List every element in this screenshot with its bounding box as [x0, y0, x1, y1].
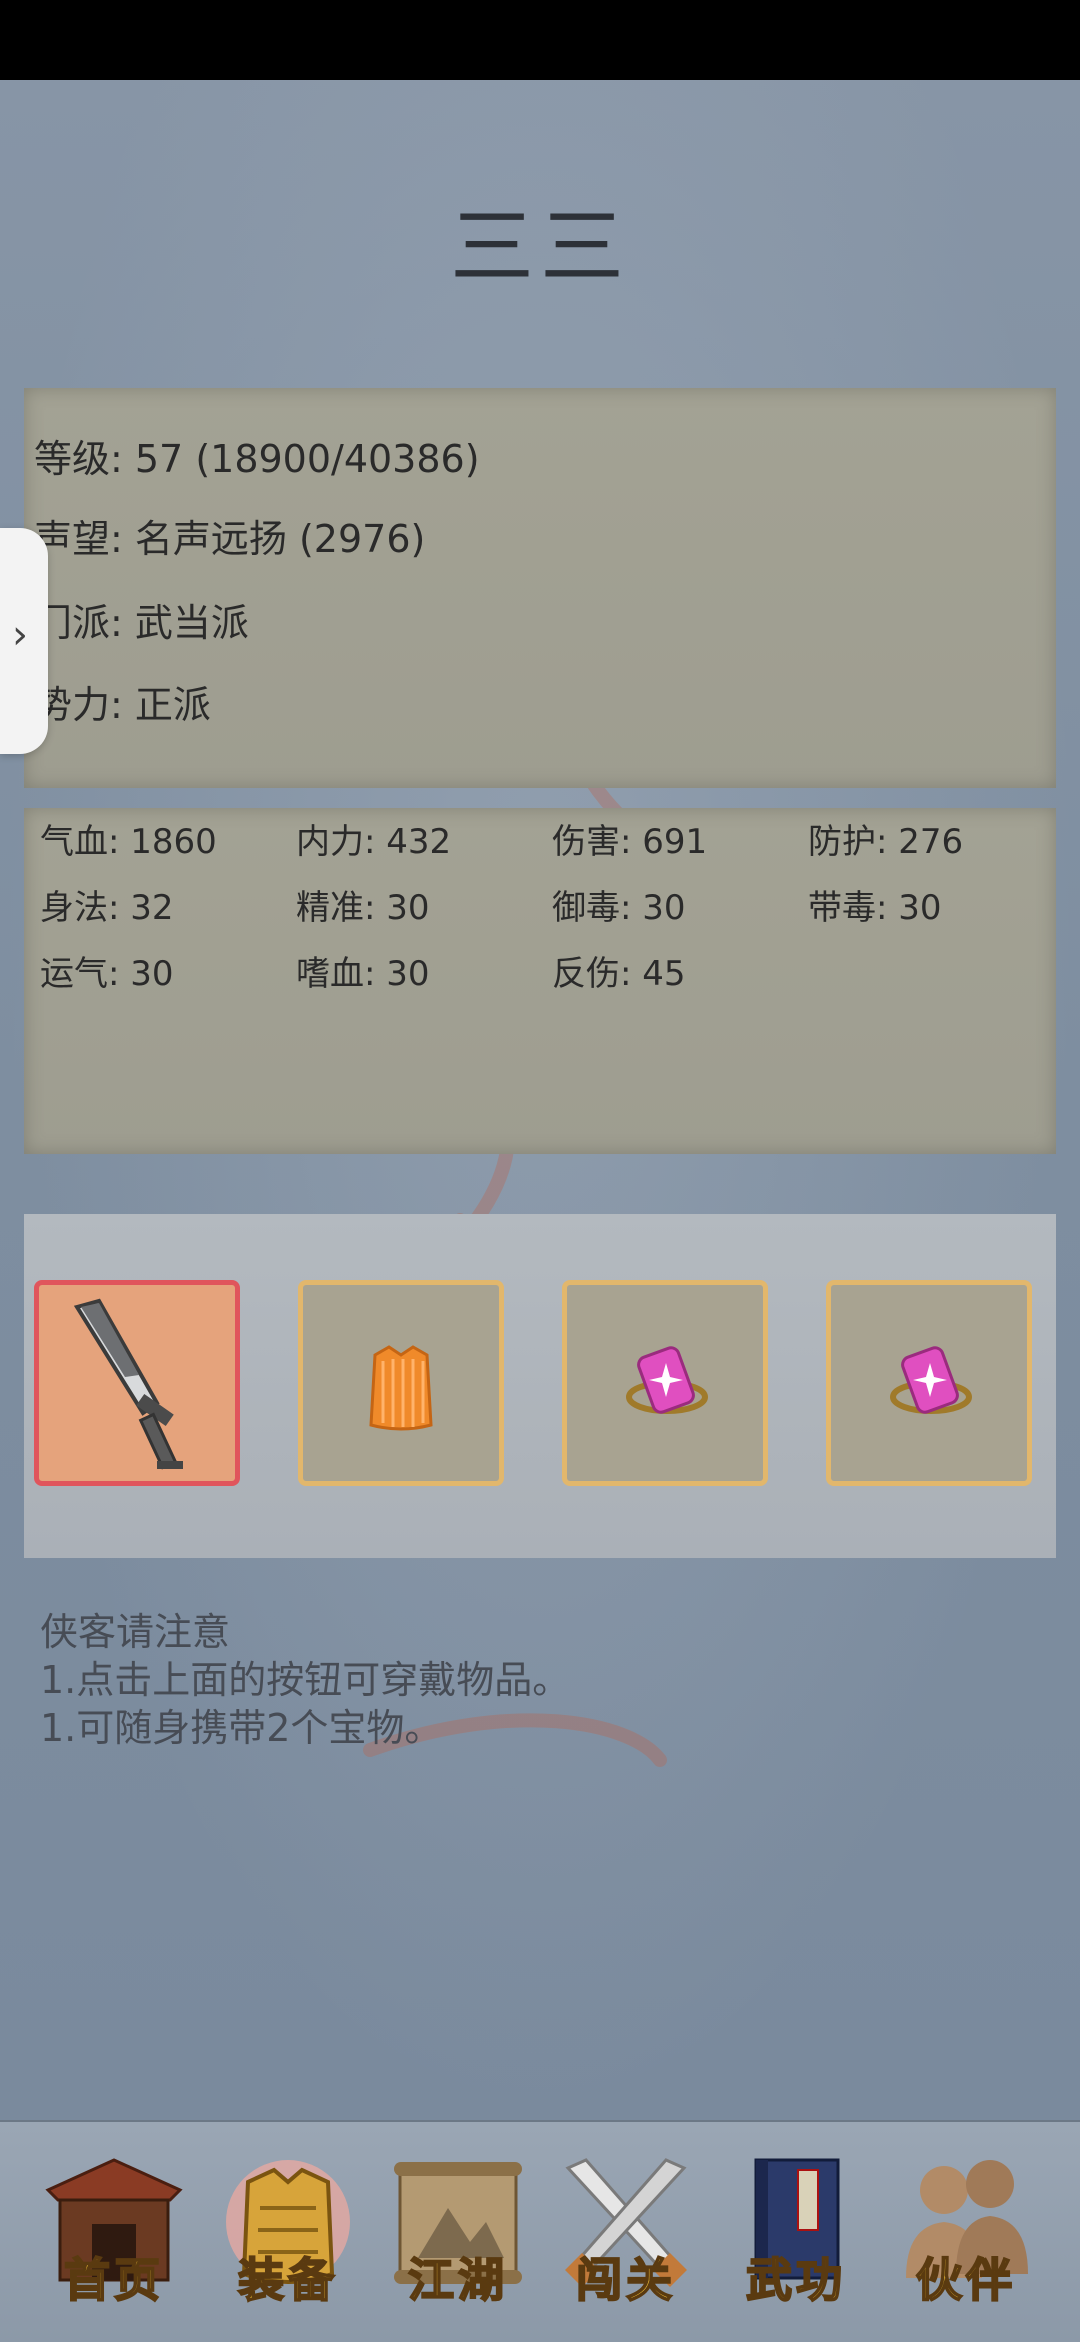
stat-damage: 伤害: 691	[552, 822, 708, 862]
nav-partners-label: 伙伴	[915, 2252, 1016, 2308]
equip-slot-weapon[interactable]	[34, 1280, 240, 1486]
stat-inner-power: 内力: 432	[296, 822, 452, 862]
nav-equipment-label: 装备	[237, 2252, 338, 2308]
equip-slot-treasure-1[interactable]	[562, 1280, 768, 1486]
fame-text: 声望: 名声远扬 (2976)	[34, 517, 426, 561]
nav-partners[interactable]: 伙伴	[886, 2138, 1046, 2328]
notes-line-2: 1.可随身携带2个宝物。	[40, 1706, 443, 1750]
bottom-nav: 首页 装备 江湖 闯关 武功 伙伴	[0, 2120, 1080, 2342]
stat-agility: 身法: 32	[40, 888, 174, 928]
nav-challenge[interactable]: 闯关	[546, 2138, 706, 2328]
status-bar	[0, 0, 1080, 80]
stat-reflect: 反伤: 45	[552, 954, 686, 994]
side-drawer-tab[interactable]: ›	[0, 528, 48, 754]
nav-challenge-label: 闯关	[575, 2252, 676, 2308]
treasure-ring-icon	[890, 1346, 972, 1414]
stat-accuracy: 精准: 30	[296, 888, 430, 928]
character-info-panel: 等级: 57 (18900/40386) 声望: 名声远扬 (2976) 门派:…	[24, 388, 1056, 788]
notes: 侠客请注意 1.点击上面的按钮可穿戴物品。 1.可随身携带2个宝物。	[40, 1608, 570, 1752]
stat-defense: 防护: 276	[808, 822, 964, 862]
stat-poison-resist: 御毒: 30	[552, 888, 686, 928]
equip-slot-treasure-2[interactable]	[826, 1280, 1032, 1486]
nav-jianghu-label: 江湖	[407, 2252, 508, 2308]
nav-martial-arts-label: 武功	[745, 2252, 846, 2308]
stat-lifesteal: 嗜血: 30	[296, 954, 430, 994]
sword-icon	[73, 1298, 183, 1470]
nav-jianghu[interactable]: 江湖	[378, 2138, 538, 2328]
sect-text: 门派: 武当派	[34, 601, 249, 645]
nav-equipment[interactable]: 装备	[208, 2138, 368, 2328]
stat-poison: 带毒: 30	[808, 888, 942, 928]
level-text: 等级: 57 (18900/40386)	[34, 437, 480, 481]
equip-slot-armor[interactable]	[298, 1280, 504, 1486]
character-name: 三三	[449, 198, 630, 296]
faction-text: 势力: 正派	[34, 683, 211, 727]
notes-line-1: 1.点击上面的按钮可穿戴物品。	[40, 1658, 571, 1702]
chevron-right-icon: ›	[12, 612, 28, 658]
treasure-ring-icon	[626, 1346, 708, 1414]
attributes-panel: 气血: 1860 内力: 432 伤害: 691 防护: 276 身法: 32 …	[24, 808, 1056, 1154]
equipment-panel	[24, 1214, 1056, 1558]
nav-martial-arts[interactable]: 武功	[716, 2138, 876, 2328]
nav-home-label: 首页	[63, 2252, 164, 2308]
nav-home[interactable]: 首页	[34, 2138, 194, 2328]
armor-icon	[369, 1345, 433, 1431]
notes-title: 侠客请注意	[40, 1610, 231, 1654]
stat-hp: 气血: 1860	[40, 822, 217, 862]
stat-luck: 运气: 30	[40, 954, 174, 994]
